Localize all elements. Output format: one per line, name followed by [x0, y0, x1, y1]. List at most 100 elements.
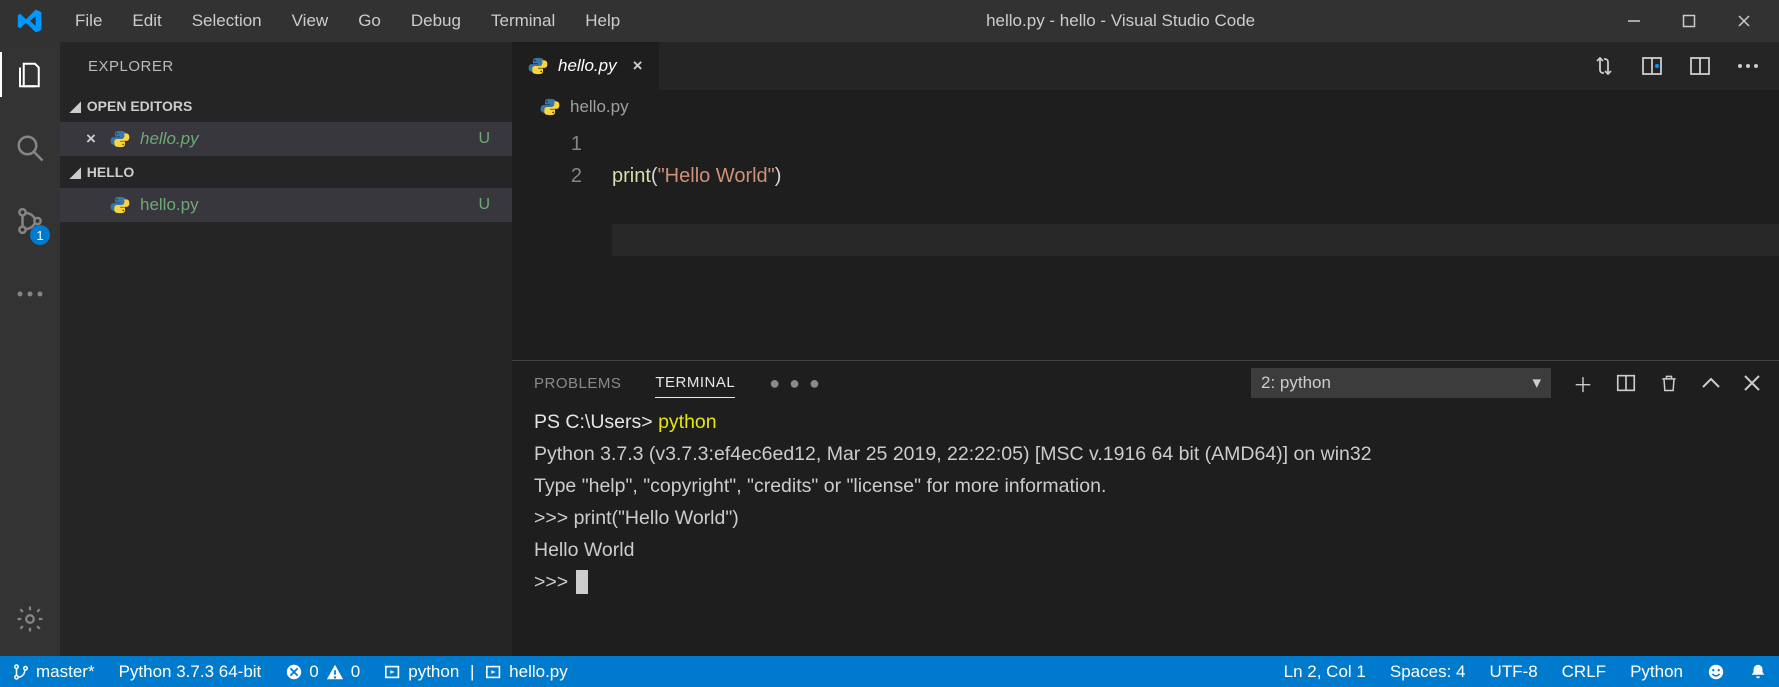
terminal-line: Type "help", "copyright", "credits" or "…: [534, 475, 1106, 497]
breadcrumb[interactable]: hello.py: [512, 90, 1779, 124]
menu-go[interactable]: Go: [343, 11, 396, 31]
editor-tab[interactable]: hello.py ×: [512, 42, 660, 90]
bottom-panel: PROBLEMS TERMINAL ● ● ● 2: python ＋ PS C…: [512, 360, 1779, 656]
git-branch-icon: [12, 663, 30, 681]
explorer-sidebar: EXPLORER ◢ OPEN EDITORS × hello.py U ◢ H…: [60, 42, 512, 656]
editor-tab-label: hello.py: [558, 56, 617, 76]
open-editor-name: hello.py: [140, 129, 199, 149]
status-problems[interactable]: 0 0: [273, 662, 372, 682]
status-language[interactable]: Python: [1618, 662, 1695, 682]
status-branch[interactable]: master*: [0, 662, 107, 682]
close-icon[interactable]: ×: [82, 129, 100, 149]
python-file-icon: [110, 195, 130, 215]
explorer-title: EXPLORER: [60, 42, 512, 90]
split-terminal-icon[interactable]: [1615, 372, 1637, 394]
split-editor-icon[interactable]: [1687, 53, 1713, 79]
menu-selection[interactable]: Selection: [177, 11, 277, 31]
error-count: 0: [309, 662, 318, 682]
code-content[interactable]: print("Hello World"): [612, 124, 1779, 360]
run-icon: [384, 663, 402, 681]
status-bell-icon[interactable]: [1737, 662, 1779, 682]
menu-terminal[interactable]: Terminal: [476, 11, 570, 31]
open-editor-item[interactable]: × hello.py U: [60, 122, 512, 156]
activity-search-icon[interactable]: [0, 125, 60, 170]
menu-file[interactable]: File: [60, 11, 117, 31]
editor-tabs: hello.py ×: [512, 42, 1779, 90]
compare-changes-icon[interactable]: [1591, 53, 1617, 79]
menu-debug[interactable]: Debug: [396, 11, 476, 31]
activity-scm-icon[interactable]: 1: [0, 198, 60, 243]
status-run-target[interactable]: python | hello.py: [372, 662, 580, 682]
token-punct: ): [775, 165, 782, 187]
terminal-line: Python 3.7.3 (v3.7.3:ef4ec6ed12, Mar 25 …: [534, 443, 1372, 465]
more-actions-icon[interactable]: [1735, 53, 1761, 79]
folder-label: HELLO: [87, 164, 134, 180]
window-controls: [1606, 0, 1779, 42]
panel-overflow-icon[interactable]: ● ● ●: [769, 373, 822, 394]
status-bar: master* Python 3.7.3 64-bit 0 0 python |…: [0, 656, 1779, 687]
token-string: "Hello World": [658, 165, 775, 187]
git-status-badge: U: [478, 130, 490, 148]
activity-settings-icon[interactable]: [0, 596, 60, 641]
folder-header[interactable]: ◢ HELLO: [60, 156, 512, 188]
folder-file-name: hello.py: [140, 195, 199, 215]
terminal-line: >>> print("Hello World"): [534, 507, 739, 529]
kill-terminal-icon[interactable]: [1659, 372, 1679, 394]
token-function: print: [612, 165, 651, 187]
editor-actions: [1591, 42, 1779, 90]
activity-explorer-icon[interactable]: [0, 52, 60, 97]
terminal-line: python: [658, 411, 717, 433]
line-gutter: 1 2: [512, 124, 612, 360]
status-feedback-icon[interactable]: [1695, 662, 1737, 682]
maximize-button[interactable]: [1661, 0, 1716, 42]
close-panel-icon[interactable]: [1743, 374, 1761, 392]
status-interpreter[interactable]: Python 3.7.3 64-bit: [107, 662, 274, 682]
vscode-logo-icon: [0, 8, 60, 34]
panel-tab-problems[interactable]: PROBLEMS: [534, 369, 621, 398]
python-file-icon: [528, 56, 548, 76]
open-editors-label: OPEN EDITORS: [87, 98, 193, 114]
status-eol[interactable]: CRLF: [1550, 662, 1618, 682]
git-status-badge: U: [478, 196, 490, 214]
activity-bar: 1: [0, 42, 60, 656]
folder-file-item[interactable]: hello.py U: [60, 188, 512, 222]
window-title: hello.py - hello - Visual Studio Code: [635, 11, 1606, 31]
menu-edit[interactable]: Edit: [117, 11, 176, 31]
terminal-output[interactable]: PS C:\Users> python Python 3.7.3 (v3.7.3…: [512, 405, 1779, 656]
code-editor[interactable]: 1 2 print("Hello World"): [512, 124, 1779, 360]
maximize-panel-icon[interactable]: [1701, 375, 1721, 391]
token-punct: (: [651, 165, 658, 187]
error-icon: [285, 663, 303, 681]
terminal-cursor: [576, 570, 588, 594]
status-position[interactable]: Ln 2, Col 1: [1272, 662, 1378, 682]
panel-tab-terminal[interactable]: TERMINAL: [655, 368, 735, 398]
open-editors-header[interactable]: ◢ OPEN EDITORS: [60, 90, 512, 122]
activity-more-icon[interactable]: [0, 271, 60, 316]
breadcrumb-file: hello.py: [570, 97, 629, 117]
terminal-prompt: >>>: [534, 571, 574, 593]
scm-badge: 1: [30, 225, 50, 245]
menu-view[interactable]: View: [277, 11, 344, 31]
status-indent[interactable]: Spaces: 4: [1378, 662, 1478, 682]
run-env: python: [408, 662, 459, 682]
line-number: 2: [512, 160, 582, 192]
panel-tabs: PROBLEMS TERMINAL ● ● ● 2: python ＋: [512, 361, 1779, 405]
open-changes-icon[interactable]: [1639, 53, 1665, 79]
minimize-button[interactable]: [1606, 0, 1661, 42]
terminal-selector-label: 2: python: [1261, 373, 1331, 393]
run-icon: [485, 663, 503, 681]
menu-help[interactable]: Help: [570, 11, 635, 31]
chevron-down-icon: ◢: [70, 98, 81, 115]
close-icon[interactable]: ×: [633, 56, 643, 76]
status-branch-label: master*: [36, 662, 95, 682]
close-button[interactable]: [1716, 0, 1771, 42]
terminal-line: PS C:\Users>: [534, 411, 658, 433]
run-file: hello.py: [509, 662, 568, 682]
python-file-icon: [110, 129, 130, 149]
status-encoding[interactable]: UTF-8: [1477, 662, 1549, 682]
new-terminal-icon[interactable]: ＋: [1573, 369, 1593, 398]
title-bar: File Edit Selection View Go Debug Termin…: [0, 0, 1779, 42]
terminal-selector[interactable]: 2: python: [1251, 368, 1551, 398]
main-menu: File Edit Selection View Go Debug Termin…: [60, 11, 635, 31]
warning-icon: [325, 663, 345, 681]
